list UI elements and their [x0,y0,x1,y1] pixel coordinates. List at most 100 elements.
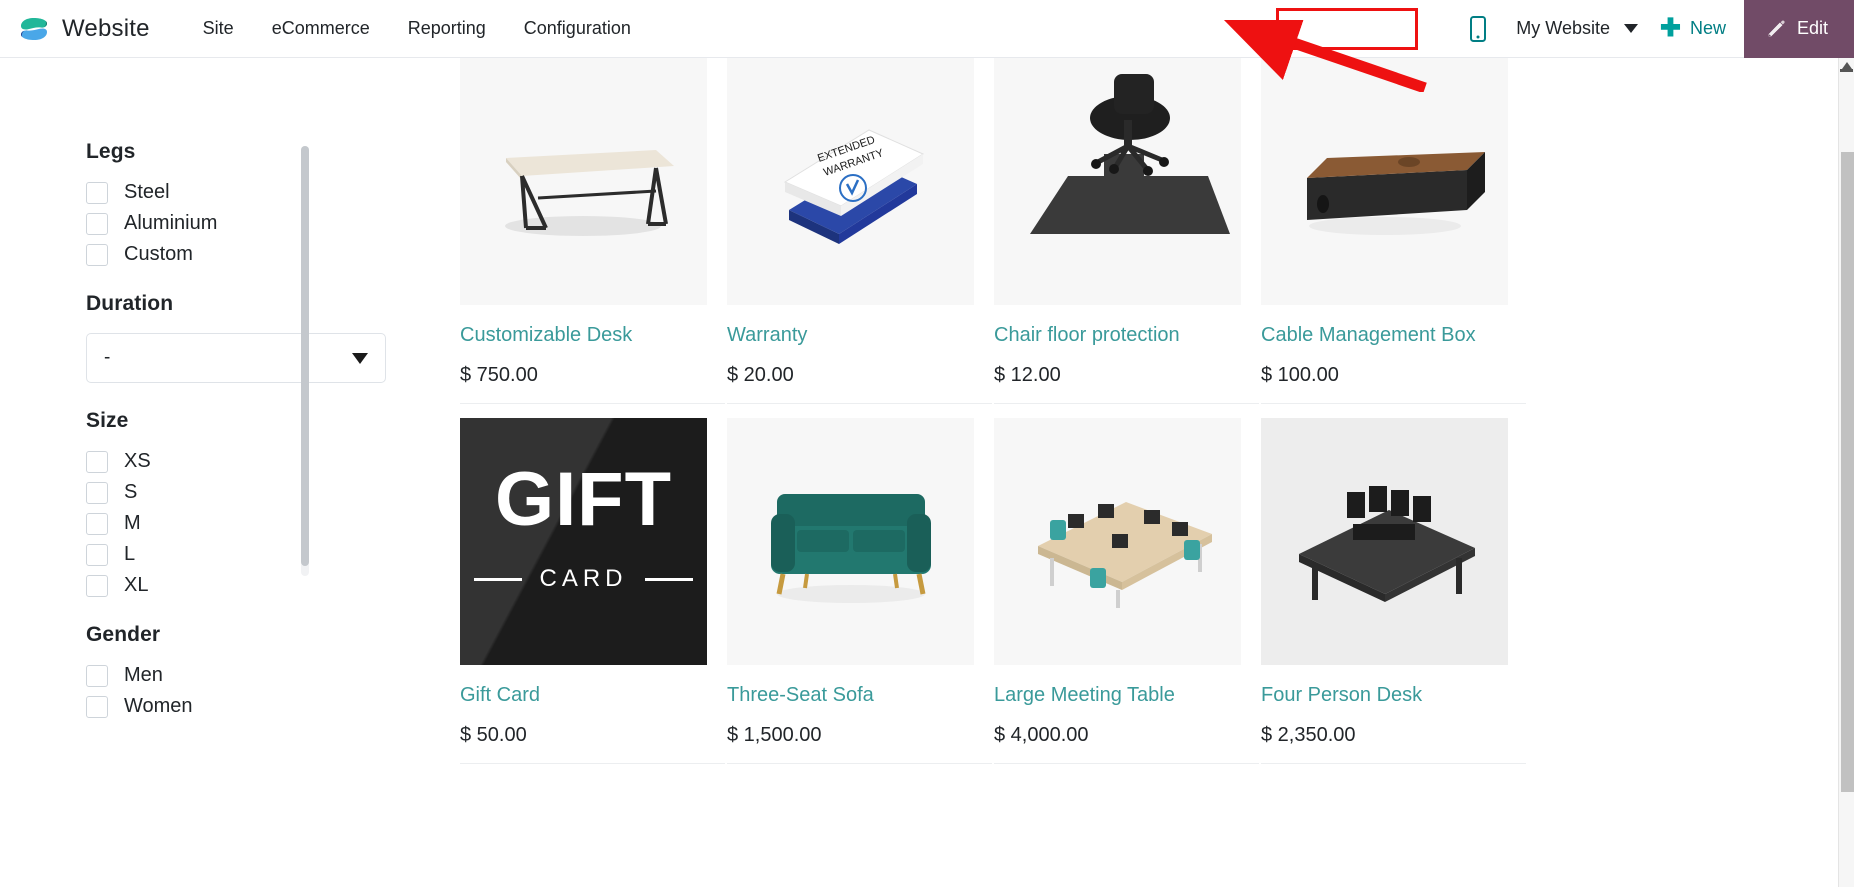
product-name[interactable]: Three-Seat Sofa [727,683,992,707]
product-card[interactable]: Large Meeting Table $ 4,000.00 [994,418,1259,764]
checkbox-xs[interactable] [86,450,108,473]
product-grid-area: Customizable Desk $ 750.00 EXTENDED WARR… [460,58,1854,778]
product-card[interactable]: Four Person Desk $ 2,350.00 [1261,418,1526,764]
gift-card-gloss [460,418,707,665]
filter-label-l: L [124,543,136,565]
checkbox-l[interactable] [86,543,108,566]
filter-option-xs[interactable]: XS [86,450,460,473]
filter-option-s[interactable]: S [86,481,460,504]
checkbox-steel[interactable] [86,181,108,204]
product-image-four-person-desk[interactable] [1261,418,1508,665]
edit-button-label: Edit [1796,18,1828,38]
menu-item-configuration[interactable]: Configuration [505,18,650,39]
pencil-icon [1766,19,1786,39]
checkbox-xl[interactable] [86,574,108,597]
main-menu: Site eCommerce Reporting Configuration [184,18,650,39]
product-card[interactable]: Chair floor protection $ 12.00 [994,58,1259,404]
filter-label-steel: Steel [124,181,170,203]
product-name[interactable]: Gift Card [460,683,725,707]
filter-option-custom[interactable]: Custom [86,243,460,266]
product-card[interactable]: GIFT CARD Gift Card $ 50.00 [460,418,725,764]
filter-group-duration: Duration - [86,292,460,383]
product-name[interactable]: Cable Management Box [1261,323,1526,347]
filter-option-women[interactable]: Women [86,695,460,718]
product-card[interactable]: Cable Management Box $ 100.00 [1261,58,1526,404]
checkbox-s[interactable] [86,481,108,504]
app-name: Website [62,14,150,42]
page-scrollbar-thumb[interactable] [1841,152,1854,792]
product-card[interactable]: EXTENDED WARRANTY Warranty $ 20.00 [727,58,992,404]
filter-option-aluminium[interactable]: Aluminium [86,212,460,235]
product-image-three-seat-sofa[interactable] [727,418,974,665]
sidebar-scrollbar-track[interactable] [301,146,309,576]
website-selector-label: My Website [1516,18,1610,38]
filter-option-men[interactable]: Men [86,664,460,687]
checkbox-men[interactable] [86,664,108,687]
filter-title-size: Size [86,409,129,432]
shop-layout: Legs Steel Aluminium Custom Duration - S… [0,58,1854,778]
filter-group-size: Size XS S M L XL [86,409,460,597]
checkbox-aluminium[interactable] [86,212,108,235]
product-price: $ 50.00 [460,724,527,746]
product-image-cable-management-box[interactable] [1261,58,1508,305]
product-card[interactable]: Three-Seat Sofa $ 1,500.00 [727,418,992,764]
filter-option-steel[interactable]: Steel [86,181,460,204]
product-image-gift-card[interactable]: GIFT CARD [460,418,707,665]
mobile-phone-icon[interactable] [1470,15,1487,42]
chevron-down-icon [1624,24,1638,33]
product-image-chair-floor-protection[interactable] [994,58,1241,305]
filter-label-xl: XL [124,574,149,596]
edit-button[interactable]: Edit [1743,0,1854,58]
filter-label-men: Men [124,664,163,686]
product-name[interactable]: Large Meeting Table [994,683,1259,707]
navbar-right-actions: My Website ✚ New Edit [1470,0,1854,58]
product-grid: Customizable Desk $ 750.00 EXTENDED WARR… [460,58,1794,778]
plus-icon: ✚ [1660,14,1681,42]
product-price: $ 20.00 [727,364,794,386]
filter-title-legs: Legs [86,140,136,163]
filter-option-xl[interactable]: XL [86,574,460,597]
product-price: $ 12.00 [994,364,1061,386]
product-name[interactable]: Customizable Desk [460,323,725,347]
duration-selected-value: - [104,347,111,368]
product-name[interactable]: Four Person Desk [1261,683,1526,707]
odoo-logo-icon [18,13,50,45]
menu-item-ecommerce[interactable]: eCommerce [253,18,389,39]
product-card[interactable]: Customizable Desk $ 750.00 [460,58,725,404]
scroll-up-arrow-base [1840,69,1853,72]
menu-item-site[interactable]: Site [184,18,253,39]
checkbox-women[interactable] [86,695,108,718]
product-image-large-meeting-table[interactable] [994,418,1241,665]
menu-item-reporting[interactable]: Reporting [389,18,505,39]
product-price: $ 2,350.00 [1261,724,1356,746]
filter-group-gender: Gender Men Women [86,623,460,718]
filter-title-gender: Gender [86,623,161,646]
product-image-customizable-desk[interactable] [460,58,707,305]
product-name[interactable]: Chair floor protection [994,323,1259,347]
filter-label-s: S [124,481,138,503]
new-button-label: New [1689,18,1726,38]
page-scrollbar[interactable] [1838,58,1854,887]
website-selector-dropdown[interactable]: My Website [1502,12,1650,45]
checkbox-custom[interactable] [86,243,108,266]
filter-label-custom: Custom [124,243,193,265]
filter-label-aluminium: Aluminium [124,212,218,234]
new-button[interactable]: ✚ New [1650,16,1744,41]
checkbox-m[interactable] [86,512,108,535]
filter-label-women: Women [124,695,193,717]
product-price: $ 4,000.00 [994,724,1089,746]
chevron-down-icon [352,352,368,364]
scroll-up-arrow-icon[interactable] [1842,62,1852,69]
filter-label-m: M [124,512,141,534]
brand-area[interactable]: Website [0,13,150,45]
filter-label-xs: XS [124,450,151,472]
product-name[interactable]: Warranty [727,323,992,347]
filter-option-m[interactable]: M [86,512,460,535]
product-image-warranty[interactable]: EXTENDED WARRANTY [727,58,974,305]
gift-card-art: GIFT CARD [460,418,707,665]
filters-sidebar: Legs Steel Aluminium Custom Duration - S… [0,58,460,778]
filter-option-l[interactable]: L [86,543,460,566]
duration-select[interactable]: - [86,333,386,383]
top-navbar: Website Site eCommerce Reporting Configu… [0,0,1854,58]
sidebar-scrollbar-thumb[interactable] [301,146,309,566]
